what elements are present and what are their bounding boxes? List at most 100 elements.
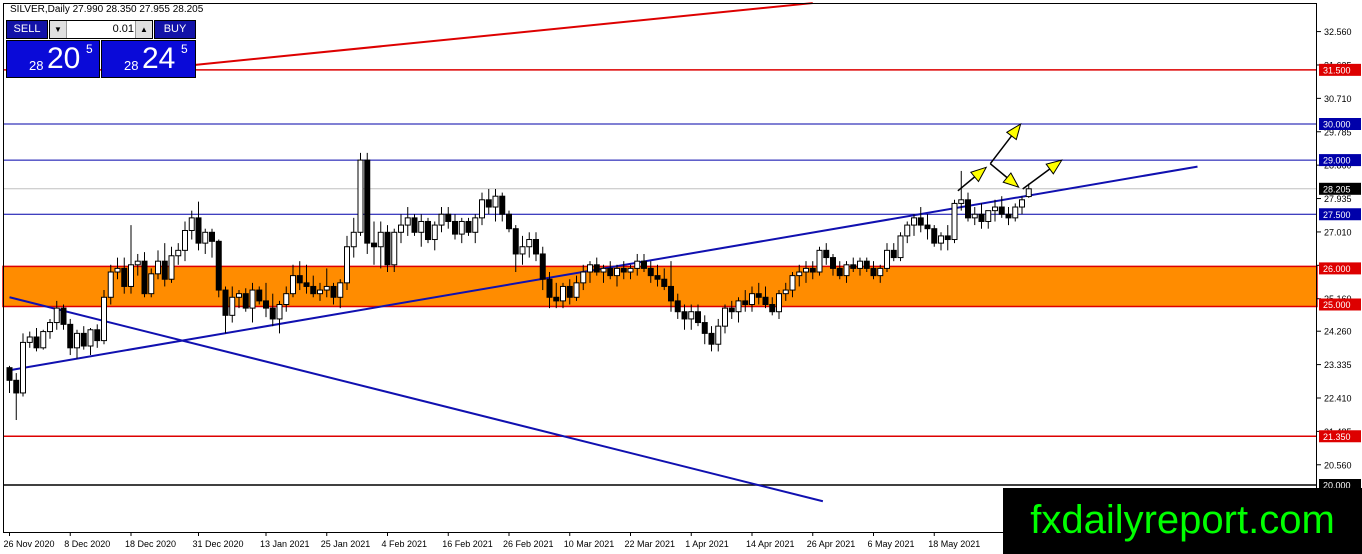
candle-body [249, 289, 256, 309]
candle-body [715, 325, 722, 345]
candle-body [708, 332, 715, 345]
candle-body [755, 293, 762, 298]
lot-decrease-icon[interactable]: ▼ [50, 21, 67, 38]
candle-body [215, 240, 222, 291]
sell-button[interactable]: SELL [6, 20, 48, 39]
candle-body [438, 213, 445, 226]
candle-body [769, 304, 776, 313]
lot-increase-icon[interactable]: ▲ [135, 21, 152, 38]
candle-body [256, 289, 263, 302]
candle-body [701, 322, 708, 334]
candle-body [944, 235, 951, 241]
candle-body [998, 206, 1005, 215]
y-tick-label: 32.560 [1324, 27, 1352, 37]
candle-body [681, 311, 688, 320]
price-label-text: 28.205 [1323, 184, 1351, 194]
y-tick-label: 20.560 [1324, 460, 1352, 470]
candle-body [668, 285, 674, 302]
x-tick-label: 10 Mar 2021 [564, 539, 615, 549]
candle-body [890, 249, 897, 259]
candle-body [958, 199, 965, 204]
candle-body [26, 336, 33, 343]
candle-body [917, 217, 924, 226]
candle-body [202, 231, 209, 244]
candle-body [290, 275, 296, 295]
candle-body [553, 296, 560, 302]
candle-body [776, 293, 782, 313]
candle-body [357, 159, 364, 233]
candle-body [803, 267, 809, 273]
candle-body [627, 267, 634, 273]
candle-body [242, 293, 249, 309]
candle-body [512, 228, 519, 255]
x-tick-label: 6 May 2021 [868, 539, 915, 549]
candle-body [168, 255, 175, 280]
candle-body [40, 331, 47, 349]
buy-price-main: 24 [142, 42, 176, 75]
candle-body [53, 307, 60, 324]
buy-button[interactable]: BUY [154, 20, 196, 39]
candle-body [155, 260, 161, 275]
one-click-trading-panel: SELL ▼ 0.01 ▲ BUY 28 20 5 28 24 5 [6, 20, 196, 78]
candle-body [573, 282, 580, 298]
y-tick-label: 24.260 [1324, 327, 1352, 337]
candle-body [175, 249, 182, 257]
candle-body [985, 210, 992, 222]
candle-body [33, 336, 40, 349]
candle-body [452, 220, 458, 235]
candle-body [641, 260, 647, 269]
candle-body [364, 159, 371, 244]
candle-body [843, 264, 850, 277]
y-tick-label: 22.410 [1324, 393, 1352, 403]
candle-body [735, 300, 742, 313]
candle-body [101, 296, 107, 342]
candle-body [580, 271, 587, 284]
candle-body [141, 260, 148, 295]
candle-body [377, 231, 384, 248]
candle-body [749, 293, 755, 306]
price-label-text: 25.000 [1323, 300, 1351, 310]
x-tick-label: 13 Jan 2021 [260, 539, 310, 549]
price-label-text: 31.500 [1323, 65, 1351, 75]
candle-body [337, 282, 344, 298]
y-tick-label: 27.935 [1324, 194, 1352, 204]
candle-body [236, 293, 242, 298]
candle-body [560, 285, 566, 302]
candle-body [863, 260, 870, 269]
candle-body [823, 249, 830, 259]
candle-body [620, 267, 627, 273]
candle-body [269, 307, 276, 320]
candle-body [877, 267, 884, 277]
candle-body [614, 267, 620, 277]
candle-body [661, 278, 668, 287]
lot-size-value[interactable]: 0.01 [66, 21, 136, 38]
candle-body [344, 246, 350, 284]
candle-body [897, 235, 904, 259]
candle-body [1005, 213, 1012, 219]
candle-body [695, 311, 701, 324]
candle-body [796, 271, 803, 277]
candle-body [870, 267, 877, 277]
buy-price-button[interactable]: 28 24 5 [101, 40, 196, 78]
candle-body [418, 220, 425, 233]
candle-body [850, 264, 857, 269]
candle-body [458, 220, 465, 235]
candle-body [506, 213, 512, 230]
buy-price-pip: 5 [181, 42, 188, 56]
sell-price-button[interactable]: 28 20 5 [6, 40, 100, 78]
candle-body [1019, 199, 1025, 208]
candle-body [519, 246, 526, 255]
lot-size-input[interactable]: ▼ 0.01 ▲ [49, 20, 153, 39]
candle-body [809, 267, 816, 273]
candle-body [67, 323, 74, 349]
candle-body [431, 224, 438, 241]
candle-body [762, 296, 769, 305]
candle-body [371, 242, 377, 248]
candle-body [978, 213, 985, 222]
price-chart[interactable]: 32.56031.63530.71029.78528.86027.93527.0… [0, 0, 1362, 554]
candle-body [539, 253, 546, 280]
candle-body [94, 329, 101, 342]
candle-body [722, 307, 728, 327]
x-tick-label: 26 Apr 2021 [807, 539, 856, 549]
candle-body [445, 213, 452, 222]
